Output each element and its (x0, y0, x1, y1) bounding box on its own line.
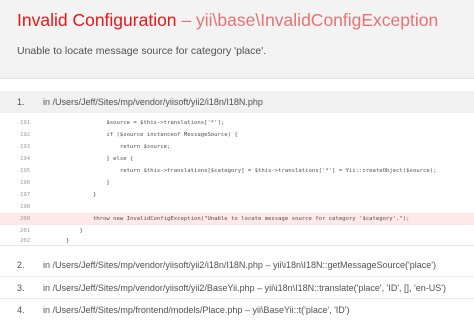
stack-frame-2[interactable]: 2. in /Users/Jeff/Sites/mp/vendor/yiisof… (0, 256, 474, 276)
frame-path: in /Users/Jeff/Sites/mp/frontend/models/… (43, 305, 243, 315)
error-header: Invalid Configuration – yii\base\Invalid… (0, 0, 474, 79)
code-line: 192 if ($source instanceof MessageSource… (0, 129, 474, 141)
frame-path: in /Users/Jeff/Sites/mp/vendor/yiisoft/y… (43, 283, 255, 293)
error-title: Invalid Configuration – yii\base\Invalid… (17, 10, 438, 31)
code-line: 202} (0, 237, 474, 245)
code-line: 193 return $source; (0, 141, 474, 153)
line-source: return $source; (66, 144, 171, 150)
line-number: 201 (20, 228, 31, 234)
highlighted-code-line: 200 throw new InvalidConfigException("Un… (0, 213, 474, 226)
line-number: 195 (20, 168, 31, 174)
frame-call: – yii\i18n\I18N::translate('place', 'ID'… (254, 283, 446, 293)
stack-frame-1[interactable]: 1. in /Users/Jeff/Sites/mp/vendor/yiisof… (0, 91, 474, 113)
code-line: 196 } (0, 177, 474, 189)
frame-call: – yii\i18n\I18N::getMessageSource('place… (262, 260, 436, 270)
frame-file: in /Users/Jeff/Sites/mp/frontend/models/… (43, 305, 350, 315)
line-number: 197 (20, 192, 31, 198)
frame-file: in /Users/Jeff/Sites/mp/vendor/yiisoft/y… (43, 260, 436, 270)
line-source: throw new InvalidConfigException("Unable… (66, 216, 410, 222)
frame-number: 4. (17, 305, 25, 315)
line-number: 193 (20, 144, 31, 150)
line-source: } (66, 180, 110, 186)
code-line: 201 } (0, 225, 474, 237)
error-name: Invalid Configuration (17, 10, 177, 30)
frame-call: – yii\BaseYii::t('place', 'ID') (242, 305, 350, 315)
line-number: 202 (20, 238, 31, 244)
line-source: if ($source instanceof MessageSource) { (66, 132, 238, 138)
code-line: 194 } else { (0, 153, 474, 165)
line-number: 191 (20, 120, 31, 126)
line-source: } (66, 238, 70, 244)
code-line: 191 $source = $this->translations['*']; (0, 117, 474, 129)
title-separator: – (176, 10, 197, 30)
frame-file: in /Users/Jeff/Sites/mp/vendor/yiisoft/y… (43, 97, 263, 107)
frame-divider (0, 276, 474, 277)
line-source: return $this->translations[$category] = … (66, 168, 437, 174)
exception-class: yii\base\InvalidConfigException (196, 10, 439, 30)
stack-frame-3[interactable]: 3. in /Users/Jeff/Sites/mp/vendor/yiisof… (0, 279, 474, 299)
line-source: $source = $this->translations['*']; (66, 120, 225, 126)
frame-path: in /Users/Jeff/Sites/mp/vendor/yiisoft/y… (43, 260, 263, 270)
frame-divider (0, 298, 474, 299)
stack-frame-4[interactable]: 4. in /Users/Jeff/Sites/mp/frontend/mode… (0, 301, 474, 321)
frame-number: 2. (17, 260, 25, 270)
line-source: } (66, 228, 83, 234)
error-message: Unable to locate message source for cate… (17, 45, 267, 57)
line-number: 192 (20, 132, 31, 138)
code-line: 195 return $this->translations[$category… (0, 165, 474, 177)
code-line: 198 (0, 201, 474, 213)
line-number: 196 (20, 180, 31, 186)
code-line: 197 } (0, 189, 474, 201)
line-source: } (66, 192, 97, 198)
line-number: 194 (20, 156, 31, 162)
line-number: 200 (20, 216, 31, 222)
frame-number: 3. (17, 283, 25, 293)
code-snippet: 191 $source = $this->translations['*']; … (0, 113, 474, 246)
line-number: 198 (20, 204, 31, 210)
frame-number: 1. (17, 97, 25, 107)
frame-file: in /Users/Jeff/Sites/mp/vendor/yiisoft/y… (43, 283, 446, 293)
line-source: } else { (66, 156, 134, 162)
